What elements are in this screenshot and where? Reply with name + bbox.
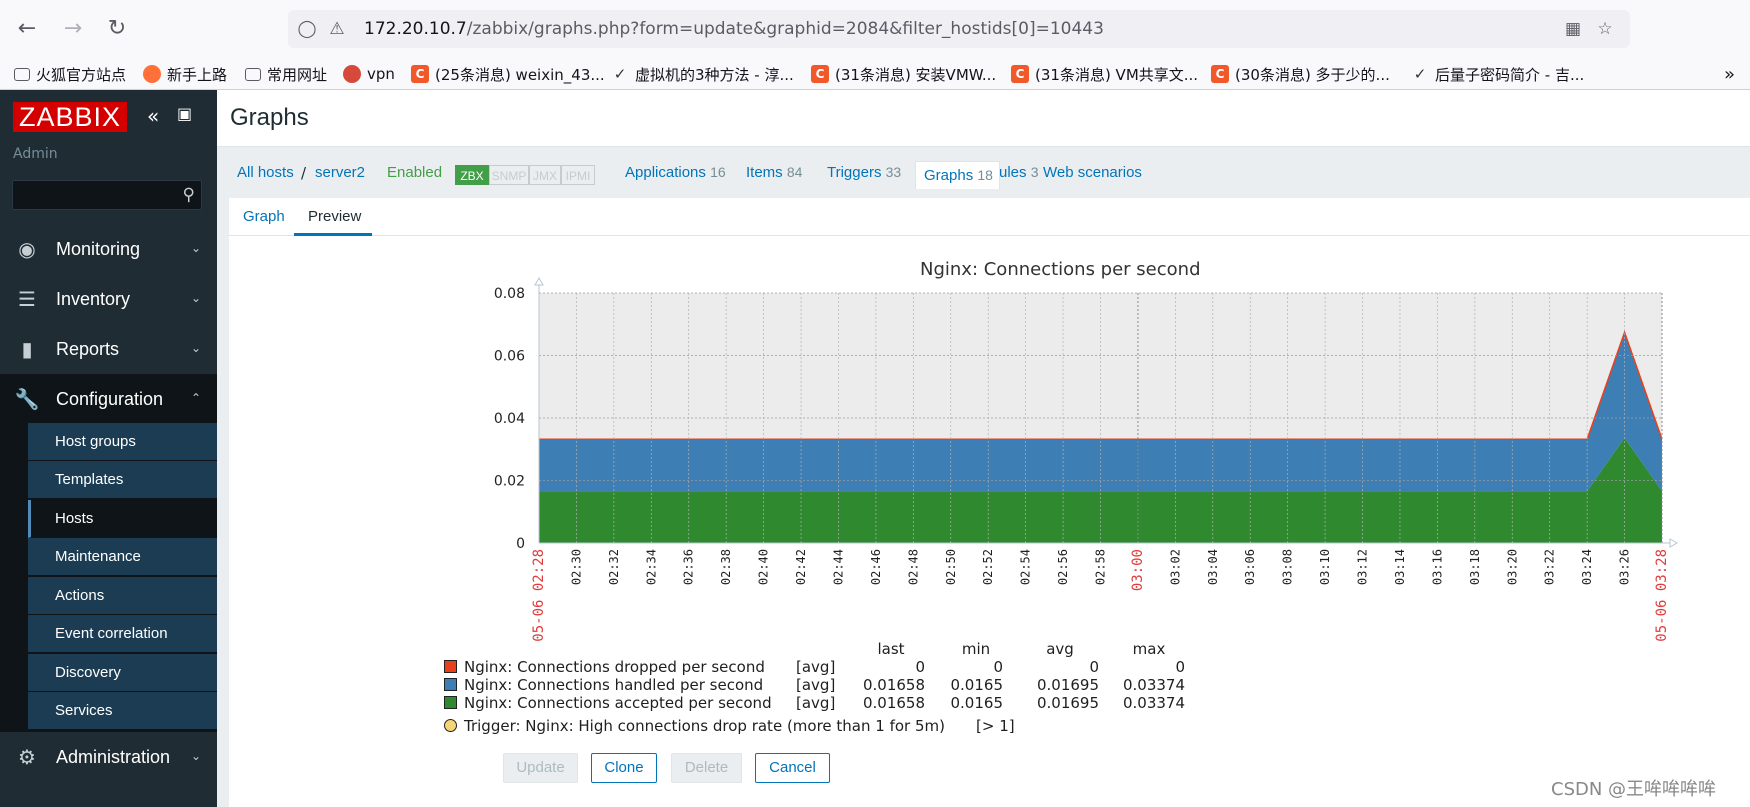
- legend-header-min: min: [961, 640, 991, 658]
- x-tick-label: 03:12: [1356, 549, 1370, 585]
- legend-function: [avg]: [796, 694, 836, 712]
- legend-series-name: Nginx: Connections handled per second: [464, 676, 764, 694]
- legend-min: 0.0165: [950, 676, 1004, 694]
- x-tick-label: 02:58: [1094, 549, 1108, 585]
- legend-last: 0.01658: [862, 676, 925, 694]
- clone-button[interactable]: Clone: [591, 753, 657, 783]
- x-tick-label: 03:06: [1243, 549, 1257, 585]
- legend-last: 0: [915, 658, 925, 676]
- x-tick-label: 02:38: [719, 549, 733, 585]
- legend-series-name: Nginx: Connections dropped per second: [464, 658, 765, 676]
- x-tick-label: 03:02: [1168, 549, 1182, 585]
- y-axis-arrow-icon: [534, 276, 544, 286]
- x-tick-label: 03:20: [1505, 549, 1519, 585]
- chart-title: Nginx: Connections per second: [920, 259, 1201, 280]
- x-tick-label: 02:46: [869, 549, 883, 585]
- update-button[interactable]: Update: [503, 753, 578, 783]
- y-tick-label: 0.02: [494, 474, 525, 490]
- x-tick-label: 02:48: [906, 549, 920, 585]
- legend-min: 0.0165: [950, 694, 1004, 712]
- x-tick-label: 03:26: [1618, 549, 1632, 585]
- legend-row: Nginx: Connections dropped per second [a…: [444, 658, 1204, 676]
- x-tick-label: 03:16: [1430, 549, 1444, 585]
- legend-header-avg: avg: [1046, 640, 1074, 658]
- y-tick-label: 0.06: [494, 349, 525, 365]
- legend-swatch: [444, 660, 457, 673]
- x-tick-label: 02:40: [757, 549, 771, 585]
- x-tick-label: 03:22: [1543, 549, 1557, 585]
- legend-function: [avg]: [796, 658, 836, 676]
- legend-max: 0.03374: [1122, 694, 1185, 712]
- trigger-name: Trigger: Nginx: High connections drop ra…: [464, 717, 945, 735]
- y-tick-label: 0.08: [494, 286, 525, 302]
- legend-avg: 0.01695: [1036, 676, 1099, 694]
- legend-row: Nginx: Connections handled per second [a…: [444, 676, 1204, 694]
- legend-series-name: Nginx: Connections accepted per second: [464, 694, 772, 712]
- x-tick-label: 03:08: [1281, 549, 1295, 585]
- x-tick-label: 05-06 02:28: [531, 549, 547, 642]
- trigger-marker-icon: [444, 719, 457, 732]
- trigger-expression: [> 1]: [976, 717, 1015, 735]
- x-tick-label: 02:54: [1019, 549, 1033, 585]
- x-tick-label: 02:36: [682, 549, 696, 585]
- legend-swatch: [444, 678, 457, 691]
- x-tick-label: 02:32: [607, 549, 621, 585]
- legend-function: [avg]: [796, 676, 836, 694]
- x-axis-arrow-icon: [1669, 538, 1679, 548]
- legend-max: 0: [1175, 658, 1185, 676]
- legend-trigger-row: Trigger: Nginx: High connections drop ra…: [444, 717, 1204, 735]
- x-tick-label: 03:18: [1468, 549, 1482, 585]
- legend-last: 0.01658: [862, 694, 925, 712]
- legend-header: last min avg max: [444, 640, 1204, 658]
- legend-min: 0: [993, 658, 1003, 676]
- legend-row: Nginx: Connections accepted per second […: [444, 694, 1204, 712]
- watermark: CSDN @王哞哞哞哞: [1551, 779, 1717, 800]
- y-tick-label: 0.04: [494, 411, 525, 427]
- x-tick-label: 02:30: [569, 549, 583, 585]
- x-tick-label: 03:04: [1206, 549, 1220, 585]
- cancel-button[interactable]: Cancel: [755, 753, 830, 783]
- legend-avg: 0.01695: [1036, 694, 1099, 712]
- x-tick-label: 03:10: [1318, 549, 1332, 585]
- x-tick-label: 02:44: [831, 549, 845, 585]
- x-tick-label: 03:24: [1580, 549, 1594, 585]
- legend-header-max: max: [1132, 640, 1166, 658]
- legend-max: 0.03374: [1122, 676, 1185, 694]
- x-tick-label: 02:56: [1056, 549, 1070, 585]
- x-tick-label: 03:00: [1130, 549, 1146, 591]
- x-tick-label: 02:42: [794, 549, 808, 585]
- x-tick-label: 02:52: [981, 549, 995, 585]
- legend-header-last: last: [877, 640, 905, 658]
- legend-avg: 0: [1089, 658, 1099, 676]
- x-tick-label: 02:34: [644, 549, 658, 585]
- x-tick-label: 03:14: [1393, 549, 1407, 585]
- x-tick-label: 05-06 03:28: [1654, 549, 1670, 642]
- x-tick-label: 02:50: [944, 549, 958, 585]
- delete-button[interactable]: Delete: [671, 753, 742, 783]
- legend-swatch: [444, 696, 457, 709]
- y-tick-label: 0: [516, 536, 525, 552]
